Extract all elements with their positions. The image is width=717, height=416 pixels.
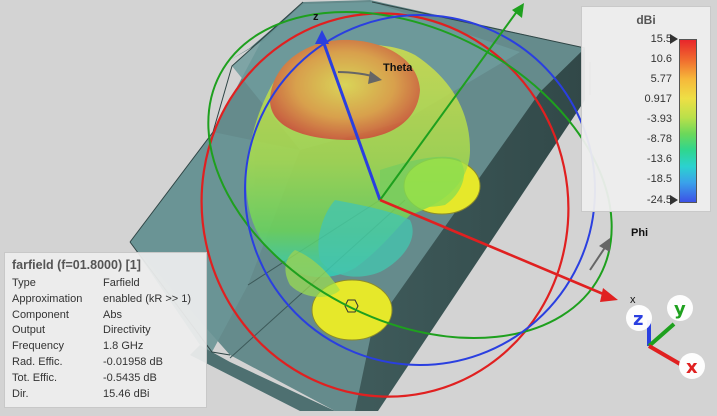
color-legend[interactable]: dBi 15.5 10.6 5.77 0.917 -3.93 -8.78 -13…	[581, 6, 711, 212]
info-value: -0.5435 dB	[103, 371, 157, 384]
info-value: 1.8 GHz	[103, 340, 144, 353]
info-key: Frequency	[12, 340, 64, 353]
info-key: Dir.	[12, 387, 29, 400]
info-row-type: Type Farfield	[11, 276, 200, 292]
farfield-info-panel: farfield (f=01.8000) [1] Type Farfield A…	[4, 252, 207, 408]
info-row-approximation: Approximation enabled (kR >> 1)	[11, 292, 200, 308]
triad-graphic: z y x	[626, 295, 705, 379]
info-value: enabled (kR >> 1)	[103, 292, 192, 305]
triad-y-axis	[647, 322, 676, 348]
info-value: 15.46 dBi	[103, 387, 150, 400]
info-value: Farfield	[103, 277, 140, 289]
legend-tick: 5.77	[650, 73, 672, 85]
legend-tick: -24.5	[646, 194, 672, 206]
info-row-tot-effic: Tot. Effic. -0.5435 dB	[11, 371, 200, 387]
triad-z-label: z	[633, 309, 643, 330]
orientation-triad[interactable]: z y x	[612, 294, 717, 411]
legend-tick: -18.5	[646, 173, 672, 185]
legend-tick: 10.6	[650, 53, 672, 65]
legend-tick: 0.917	[644, 93, 672, 105]
info-row-frequency: Frequency 1.8 GHz	[11, 339, 200, 355]
phi-label: Phi	[631, 227, 649, 239]
info-row-rad-effic: Rad. Effic. -0.01958 dB	[11, 355, 200, 371]
legend-tick: -8.78	[646, 133, 672, 145]
legend-tick: -3.93	[646, 113, 672, 125]
info-value: -0.01958 dB	[103, 355, 163, 368]
info-row-component: Component Abs	[11, 308, 200, 324]
triad-x-label: x	[686, 357, 698, 378]
z-axis-label: z	[313, 11, 319, 23]
info-value: Directivity	[103, 324, 151, 337]
legend-unit: dBi	[636, 13, 656, 27]
info-row-dir: Dir. 15.46 dBi	[11, 387, 200, 403]
info-key: Tot. Effic.	[12, 371, 58, 384]
info-key: Type	[12, 277, 36, 289]
info-title: farfield (f=01.8000) [1]	[12, 258, 141, 272]
legend-tick: -13.6	[646, 153, 672, 165]
info-row-output: Output Directivity	[11, 323, 200, 339]
info-value: Abs	[103, 308, 122, 321]
triad-x-axis	[647, 344, 682, 366]
info-key: Rad. Effic.	[12, 355, 63, 368]
info-key: Approximation	[12, 292, 83, 305]
info-key: Component	[12, 308, 69, 321]
info-key: Output	[12, 324, 46, 337]
triad-y-label: y	[674, 299, 686, 320]
legend-tick: 15.5	[650, 33, 672, 45]
legend-color-bar	[679, 39, 697, 203]
theta-label: Theta	[383, 62, 413, 74]
